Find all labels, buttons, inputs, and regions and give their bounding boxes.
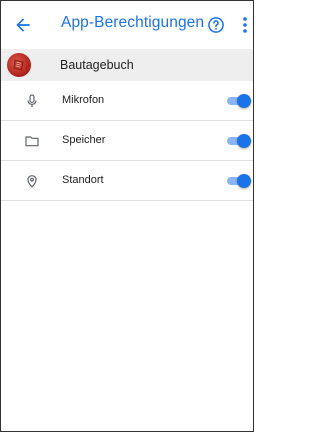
page-title: App-Berechtigungen (61, 14, 205, 31)
toggle-thumb (237, 94, 251, 108)
more-options-icon[interactable] (238, 14, 252, 36)
app-logo-icon (7, 53, 31, 77)
location-toggle[interactable] (227, 173, 251, 189)
permission-row-storage[interactable]: Speicher (1, 121, 253, 161)
permission-row-microphone[interactable]: Mikrofon (1, 81, 253, 121)
storage-toggle[interactable] (227, 133, 251, 149)
permission-label: Speicher (62, 134, 106, 146)
microphone-toggle[interactable] (227, 93, 251, 109)
app-name: Bautagebuch (60, 58, 134, 72)
back-arrow-icon[interactable] (13, 15, 33, 35)
toggle-thumb (237, 134, 251, 148)
location-pin-icon (24, 173, 40, 189)
folder-icon (24, 133, 40, 149)
help-icon[interactable] (206, 15, 226, 35)
permission-row-location[interactable]: Standort (1, 161, 253, 201)
toggle-thumb (237, 174, 251, 188)
permissions-screen: App-Berechtigungen Bautagebuch Mikrofon … (0, 0, 254, 432)
app-header: Bautagebuch (1, 49, 253, 81)
microphone-icon (24, 93, 40, 109)
toolbar: App-Berechtigungen (1, 1, 253, 49)
divider (1, 200, 253, 201)
permission-label: Standort (62, 174, 104, 186)
permission-label: Mikrofon (62, 94, 105, 106)
